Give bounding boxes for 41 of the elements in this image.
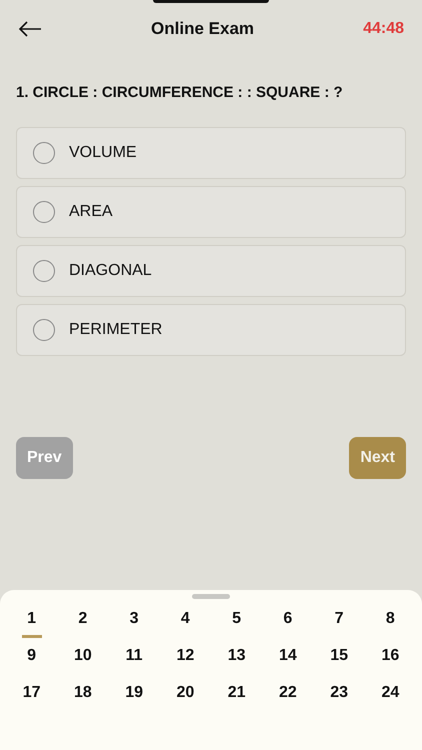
- radio-button[interactable]: [33, 142, 55, 164]
- question-number[interactable]: 5: [226, 605, 247, 638]
- question-number[interactable]: 21: [226, 679, 247, 712]
- option-label: PERIMETER: [69, 320, 162, 340]
- question-number[interactable]: 4: [175, 605, 196, 638]
- screen-title: Online Exam: [151, 18, 254, 40]
- question-number[interactable]: 2: [72, 605, 93, 638]
- question-number[interactable]: 19: [124, 679, 144, 712]
- question-number[interactable]: 7: [329, 605, 350, 638]
- question-number[interactable]: 22: [278, 679, 298, 712]
- question-number[interactable]: 6: [278, 605, 298, 638]
- answer-option[interactable]: VOLUME: [16, 126, 406, 178]
- question-number[interactable]: 23: [329, 679, 350, 712]
- radio-button[interactable]: [33, 318, 55, 340]
- question-number[interactable]: 10: [72, 642, 93, 675]
- question-text: 1. CIRCLE : CIRCUMFERENCE : : SQUARE : ?: [16, 83, 344, 103]
- option-label: VOLUME: [69, 142, 137, 162]
- question-number[interactable]: 16: [380, 642, 400, 675]
- question-number[interactable]: 11: [124, 642, 144, 675]
- answer-option[interactable]: AREA: [16, 186, 406, 238]
- question-number[interactable]: 14: [278, 642, 298, 675]
- question-number[interactable]: 8: [380, 605, 400, 638]
- answer-option[interactable]: DIAGONAL: [16, 244, 406, 296]
- radio-button[interactable]: [33, 260, 55, 282]
- question-number[interactable]: 15: [329, 642, 350, 675]
- option-label: DIAGONAL: [69, 260, 152, 280]
- question-number[interactable]: 9: [22, 642, 42, 675]
- option-label: AREA: [69, 202, 113, 222]
- question-number[interactable]: 20: [175, 679, 196, 712]
- back-arrow-icon: [18, 20, 42, 37]
- question-number[interactable]: 1: [22, 605, 42, 638]
- question-number[interactable]: 17: [22, 679, 42, 712]
- radio-button[interactable]: [33, 200, 55, 222]
- question-number[interactable]: 24: [380, 679, 400, 712]
- question-number[interactable]: 18: [72, 679, 93, 712]
- drag-handle[interactable]: [192, 594, 230, 599]
- question-number[interactable]: 3: [124, 605, 144, 638]
- answer-option[interactable]: PERIMETER: [16, 304, 406, 356]
- countdown-timer: 44:48: [363, 19, 404, 39]
- question-number[interactable]: 13: [226, 642, 247, 675]
- question-number[interactable]: 12: [175, 642, 196, 675]
